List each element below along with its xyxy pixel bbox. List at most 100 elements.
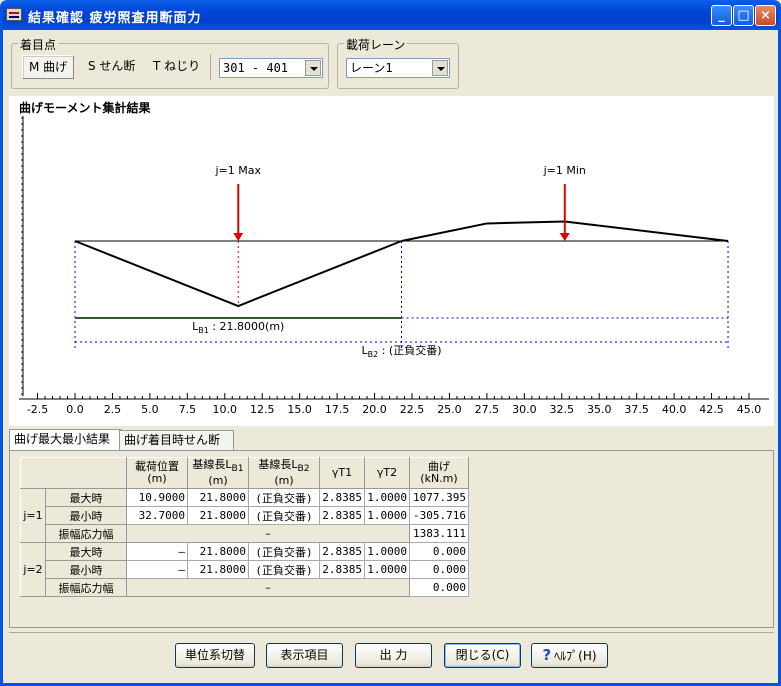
- load-lane-group: 載荷レーン レーン1: [337, 36, 459, 89]
- close-button[interactable]: 閉じる(C): [444, 643, 521, 668]
- cell: 10.9000: [126, 488, 188, 507]
- cell: –: [126, 560, 188, 579]
- group-label-j2: j=2: [20, 542, 46, 597]
- x-tick-label: 35.0: [587, 403, 612, 416]
- chart-title: 曲げモーメント集計結果: [19, 100, 151, 115]
- x-tick-label: 22.5: [400, 403, 425, 416]
- table-row: 最小時 – 21.8000 (正負交番) 2.8385 1.0000 0.000: [21, 560, 469, 579]
- cell: (正負交番): [248, 506, 320, 525]
- max-arrow-label: j=1 Max: [214, 164, 261, 177]
- x-tick-label: 5.0: [141, 403, 159, 416]
- x-tick-label: 30.0: [512, 403, 537, 416]
- x-tick-label: 10.0: [213, 403, 238, 416]
- row-label: 最小時: [45, 506, 127, 525]
- x-tick-label: 32.5: [550, 403, 575, 416]
- help-button[interactable]: ? ﾍﾙﾌﾟ(H): [531, 643, 608, 668]
- min-arrow-head: [559, 233, 570, 241]
- tab-bending-max-min[interactable]: 曲げ最大最小結果: [9, 429, 122, 450]
- span-cell: –: [126, 578, 410, 597]
- plot-area: LB1 : 21.8000(m) LB2 : (正負交番) j=1 Max j=1 M…: [74, 164, 729, 359]
- table-row: 振幅応力幅 – 1383.111: [21, 524, 469, 543]
- cell: 1.0000: [364, 560, 410, 579]
- results-table: 載荷位置 (m) 基線長LB1 (m) 基線長LB2 (m) γT1 γT2 曲げ (k…: [20, 457, 469, 597]
- x-tick-label: 2.5: [104, 403, 122, 416]
- member-range-select[interactable]: 301 - 401: [219, 58, 323, 78]
- x-tick-label: 27.5: [475, 403, 500, 416]
- chevron-down-icon[interactable]: [305, 60, 321, 76]
- lb1-label: LB1 : 21.8000(m): [192, 320, 284, 335]
- x-tick-label: 20.0: [362, 403, 387, 416]
- lb2-label: LB2 : (正負交番): [362, 343, 442, 359]
- output-button[interactable]: 出 力: [355, 643, 432, 668]
- header-load-position: 載荷位置 (m): [126, 457, 188, 489]
- member-range-value: 301 - 401: [223, 61, 289, 75]
- cell: 2.8385: [319, 506, 365, 525]
- load-lane-label: 載荷レーン: [344, 36, 408, 53]
- x-tick-label: 42.5: [699, 403, 724, 416]
- chevron-down-icon[interactable]: [432, 60, 448, 76]
- cell: 1383.111: [409, 524, 469, 543]
- header-gamma-t1: γT1: [319, 457, 365, 489]
- cell: (正負交番): [248, 560, 320, 579]
- x-tick-label: 12.5: [250, 403, 275, 416]
- table-header-row: 載荷位置 (m) 基線長LB1 (m) 基線長LB2 (m) γT1 γT2 曲げ (k…: [20, 457, 469, 489]
- cell: 21.8000: [187, 506, 249, 525]
- row-label: 最大時: [45, 542, 127, 561]
- close-window-button[interactable]: ×: [755, 5, 776, 26]
- unit-switch-button[interactable]: 単位系切替: [175, 643, 255, 668]
- cell: 1077.395: [409, 488, 469, 507]
- header-lb2: 基線長LB2 (m): [248, 457, 320, 489]
- maximize-button[interactable]: □: [733, 5, 754, 26]
- cell: 21.8000: [187, 560, 249, 579]
- bottom-separator: [9, 632, 774, 633]
- cell: 21.8000: [187, 488, 249, 507]
- left-ruler: [21, 116, 24, 396]
- max-arrow-head: [233, 233, 244, 241]
- x-axis: -2.5 0.0 2.5 5.0 7.5 10.0 12.5 15.0 17.5 20.0 22.5…: [19, 393, 769, 416]
- row-label: 振幅応力幅: [45, 524, 127, 543]
- x-tick-label: 40.0: [662, 403, 687, 416]
- torsion-option[interactable]: T ねじり: [147, 55, 206, 77]
- x-tick-label: -2.5: [27, 403, 48, 416]
- cell: 0.000: [409, 542, 469, 561]
- tab-bending-shear[interactable]: 曲げ着目時せん断: [119, 430, 234, 450]
- bending-option[interactable]: M 曲げ: [22, 55, 75, 79]
- load-lane-select[interactable]: レーン1: [346, 58, 450, 78]
- table-row: 最小時 32.7000 21.8000 (正負交番) 2.8385 1.0000…: [21, 506, 469, 525]
- x-tick-label: 17.5: [325, 403, 350, 416]
- table-row: 振幅応力幅 – 0.000: [21, 578, 469, 597]
- shear-option[interactable]: S せん断: [82, 55, 141, 77]
- cell: 2.8385: [319, 560, 365, 579]
- x-tick-label: 37.5: [624, 403, 649, 416]
- group-label-j1: j=1: [20, 488, 46, 543]
- cell: -305.716: [409, 506, 469, 525]
- x-tick-label: 7.5: [179, 403, 197, 416]
- display-items-button[interactable]: 表示項目: [266, 643, 343, 668]
- title-bar[interactable]: 結果確認 疲労照査用断面力 _ □ ×: [3, 0, 778, 30]
- cell: 1.0000: [364, 488, 410, 507]
- min-arrow-label: j=1 Min: [543, 164, 586, 177]
- moment-chart: 曲げモーメント集計結果 LB1 : 21.8000(m) LB2 : (正負交番)…: [19, 100, 769, 416]
- header-gamma-t2: γT2: [364, 457, 410, 489]
- span-cell: –: [126, 524, 410, 543]
- cell: 1.0000: [364, 506, 410, 525]
- help-label: ﾍﾙﾌﾟ(H): [554, 649, 597, 663]
- chart-panel: 曲げモーメント集計結果 LB1 : 21.8000(m) LB2 : (正負交番)…: [9, 96, 774, 426]
- row-label: 振幅応力幅: [45, 578, 127, 597]
- table-row: j=2 最大時 – 21.8000 (正負交番) 2.8385 1.0000 0…: [20, 542, 469, 597]
- x-tick-label: 0.0: [66, 403, 84, 416]
- header-moment: 曲げ (kN.m): [409, 457, 469, 489]
- load-lane-value: レーン1: [350, 61, 393, 75]
- x-tick-label: 25.0: [437, 403, 462, 416]
- cell: (正負交番): [248, 488, 320, 507]
- row-label: 最大時: [45, 488, 127, 507]
- help-icon: ?: [542, 646, 552, 664]
- target-point-label: 着目点: [18, 36, 59, 53]
- minimize-button[interactable]: _: [711, 5, 732, 26]
- cell: 0.000: [409, 578, 469, 597]
- cell: 2.8385: [319, 488, 365, 507]
- header-lb1: 基線長LB1 (m): [187, 457, 249, 489]
- cell: 32.7000: [126, 506, 188, 525]
- x-tick-label: 15.0: [287, 403, 312, 416]
- cell: (正負交番): [248, 542, 320, 561]
